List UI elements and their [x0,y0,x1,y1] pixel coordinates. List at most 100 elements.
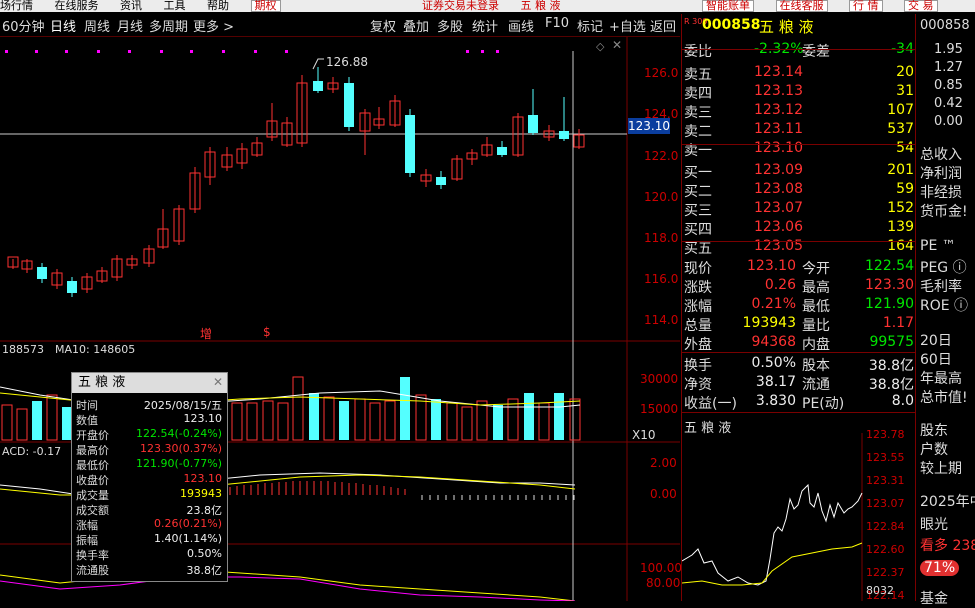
quote-row: 涨跌 0.26 最高 123.30 [684,277,914,296]
mark-button[interactable]: 标记 [577,16,603,35]
tooltip-row: 最低价 121.90(-0.77%) [74,457,224,472]
add-favorite-button[interactable]: +自选 [609,16,646,35]
ask-price: 123.13 [754,83,803,99]
candle-tooltip: 五 粮 液 ✕ 时间 2025/08/15/五 数值 123.10 开盘价 122.54(… [71,372,228,582]
menu-options[interactable]: 期权 [250,0,281,12]
tab-monthly[interactable]: 月线 [117,16,143,35]
stock-name: 五 粮 液 [759,18,814,36]
volume-bar [46,394,58,441]
tab-more[interactable]: 更多 > [193,16,234,35]
menu-help[interactable]: 帮助 [207,0,229,11]
signal-dot [466,50,469,53]
tab-weekly[interactable]: 周线 [84,16,110,35]
fr-item[interactable]: PE ™ [920,238,956,254]
tooltip-close-icon[interactable]: ✕ [213,375,223,389]
mini-price-tick: 123.07 [866,497,905,510]
bid-label: 买四 [684,222,712,238]
multi-stock-button[interactable]: 多股 [437,16,463,35]
tooltip-key: 成交量 [76,489,109,502]
fr-item: 净利润 [920,166,962,182]
fund-label: 净资 [684,377,712,393]
tooltip-row: 振幅 1.40(1.14%) [74,532,224,547]
fr-item[interactable]: 毛利率 [920,276,962,296]
tooltip-value: 123.10 [183,472,223,485]
fund-label: 换手 [684,358,712,374]
fr-code: 000858 [920,18,970,33]
overlay-button[interactable]: 叠加 [403,16,429,35]
fr-value: 0.00 [934,114,963,129]
fund-label: 流通 [802,377,830,393]
menu-online-service[interactable]: 在线服务 [55,0,99,11]
fund-label: 股本 [802,358,830,374]
mini-price-tick: 123.31 [866,474,905,487]
bid-price: 123.06 [754,219,803,235]
volume-bar [1,404,13,441]
fundamental-row: 净资 38.17 流通 38.8亿 [684,374,914,393]
quote-value: 193943 [742,315,796,331]
fr-item: 股东 [920,423,948,439]
diamond-icon[interactable]: ◇ [596,40,604,53]
panel-divider [681,49,915,50]
menu-tools[interactable]: 工具 [164,0,186,11]
fundamentals-panel: 000858 1.95 1.27 0.85 0.42 0.00 总收入 净利润 非经损 货币金… [915,14,975,607]
fr-item[interactable]: 总市值! [920,387,968,407]
bid-row: 买一 123.09 201 [684,162,914,181]
fr-item[interactable]: PEG ⓘ [920,257,967,277]
fr-item: 71% [920,560,960,576]
fr-item: 户数 [920,442,948,458]
menu-market[interactable]: 场行情 [0,0,33,11]
fund-value: 0.50% [751,355,796,371]
mini-price-tick: 123.55 [866,451,905,464]
fundamental-row: 换手 0.50% 股本 38.8亿 [684,355,914,374]
fr-item: 货币金! [920,204,968,220]
fr-item[interactable]: 年最高 [920,368,962,388]
ask-volume: 20 [896,64,914,80]
online-service-button[interactable]: 在线客服 [775,0,828,12]
ask-volume: 54 [896,140,914,156]
quote-label: 总量 [684,318,712,334]
ask-price: 123.10 [754,140,803,156]
tooltip-row: 流通股 38.8亿 [74,562,224,577]
ask-row: 卖二 123.11 537 [684,121,914,140]
tooltip-key: 成交额 [76,504,109,517]
signal-dot [481,50,484,53]
bid-label: 买三 [684,203,712,219]
menu-news[interactable]: 资讯 [120,0,142,11]
fr-item[interactable]: 20日 [920,330,952,350]
fr-item[interactable]: 60日 [920,349,952,369]
back-button[interactable]: 返回 [650,16,676,35]
stats-button[interactable]: 统计 [472,16,498,35]
fund-value: 38.8亿 [868,377,914,393]
kdj-tick-100: 100.00 [640,561,682,575]
quote-label: 今开 [802,261,830,277]
fr-item[interactable]: ROE ⓘ [920,295,968,315]
quote-row: 外盘 94368 内盘 99575 [684,334,914,353]
fr-item: 较上期 [920,461,962,477]
tooltip-key: 涨幅 [76,519,98,532]
price-tick-126: 126.0 [644,66,679,80]
tab-multi-period[interactable]: 多周期 [149,16,188,35]
bid-row: 买三 123.07 152 [684,200,914,219]
tooltip-key: 数值 [76,414,98,427]
smart-bill-button[interactable]: 智能账单 [702,0,754,12]
panel-divider [681,352,915,353]
tooltip-key: 收盘价 [76,474,109,487]
signal-dot [254,50,257,53]
volume-bar [493,405,503,440]
bid-row: 买二 123.08 59 [684,181,914,200]
trade-button[interactable]: 交 易 [904,0,938,12]
quotes-button[interactable]: 行 情 [849,0,883,12]
tooltip-row: 时间 2025/08/15/五 [74,397,224,412]
tab-60min[interactable]: 60分钟 [2,16,45,35]
bid-label: 买一 [684,165,712,181]
candle-body [67,281,77,293]
tab-daily[interactable]: 日线 [50,16,76,35]
mini-price-tick: 122.84 [866,520,905,533]
quote-label: 现价 [684,261,712,277]
restore-button[interactable]: 复权 [370,16,396,35]
draw-button[interactable]: 画线 [508,16,534,35]
f10-button[interactable]: F10 [545,16,569,31]
bid-price: 123.08 [754,181,803,197]
chart-close-icon[interactable]: ✕ [612,38,622,52]
ask-volume: 31 [896,83,914,99]
